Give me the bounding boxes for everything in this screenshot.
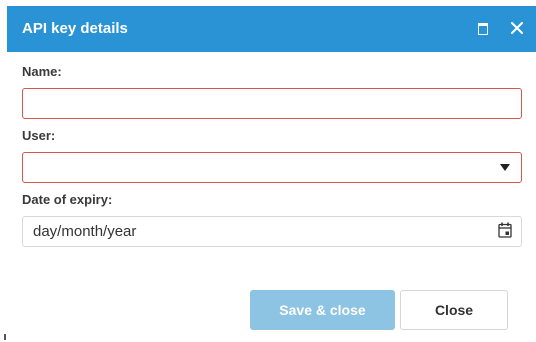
resize-handle[interactable] (4, 334, 10, 340)
name-input[interactable] (22, 88, 522, 119)
dialog-title: API key details (22, 20, 128, 37)
calendar-icon[interactable] (498, 222, 512, 238)
maximize-button[interactable] (473, 18, 493, 38)
user-select[interactable] (22, 152, 522, 183)
close-button[interactable]: Close (400, 290, 508, 330)
chevron-down-icon[interactable] (500, 164, 510, 171)
user-select-field[interactable] (22, 152, 522, 183)
dialog-titlebar: API key details (7, 6, 536, 52)
name-label: Name: (22, 64, 62, 79)
user-label: User: (22, 128, 56, 143)
expiry-label: Date of expiry: (22, 192, 113, 207)
api-key-dialog: API key details Name: User: Date of expi… (0, 0, 536, 342)
save-and-close-button[interactable]: Save & close (250, 290, 395, 330)
expiry-date-picker[interactable]: day/month/year (22, 216, 522, 247)
close-dialog-button[interactable] (507, 18, 527, 38)
expiry-date-input[interactable]: day/month/year (22, 216, 522, 247)
close-icon (511, 22, 523, 34)
maximize-icon (478, 23, 488, 35)
